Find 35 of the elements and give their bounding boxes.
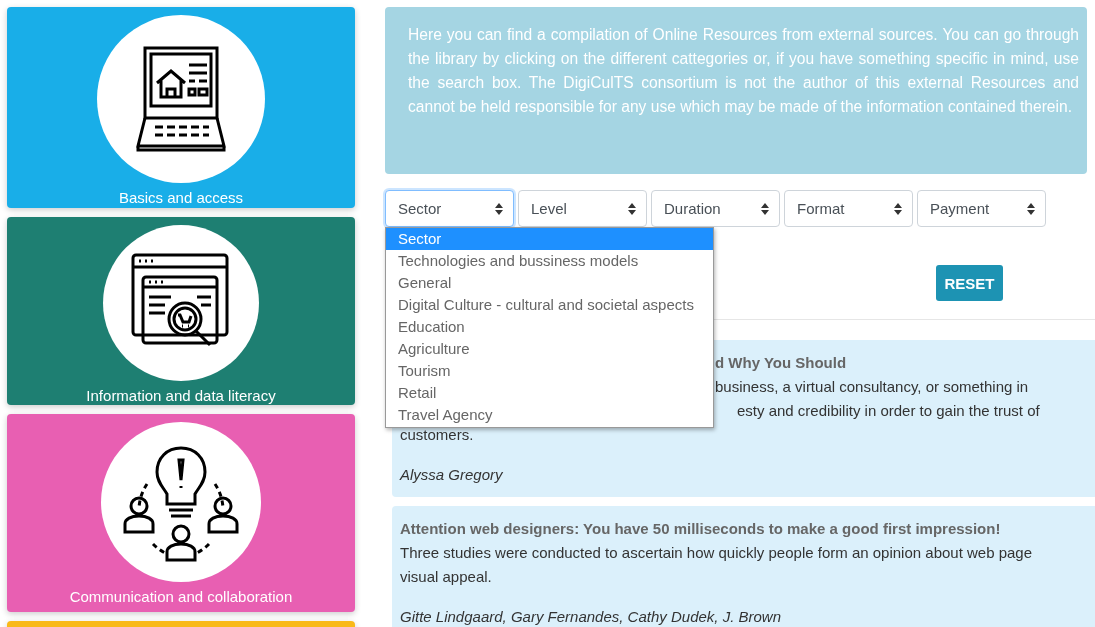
category-card[interactable]: Communication and collaboration (7, 414, 355, 612)
filter-select[interactable]: Duration (651, 190, 780, 227)
updown-caret-icon (628, 202, 636, 215)
category-label: Basics and access (118, 189, 244, 206)
resource-description: esty and credibility in order to gain the trust of (737, 401, 1040, 421)
resource-title[interactable]: Attention web designers: You have 50 milliseconds to make a good first impression! (400, 517, 1001, 541)
updown-caret-icon (761, 202, 769, 215)
filter-select[interactable]: Format (784, 190, 913, 227)
dropdown-option[interactable]: Education (386, 316, 713, 338)
dropdown-option[interactable]: Digital Culture - cultural and societal aspects (386, 294, 713, 316)
category-label: Communication and collaboration (69, 588, 293, 605)
updown-caret-icon (495, 202, 503, 215)
resource-description: visual appeal. (400, 567, 492, 587)
resource-title[interactable]: d Why You Should (715, 351, 847, 375)
reset-button[interactable]: RESET (936, 265, 1003, 301)
resource-description: customers. (400, 425, 474, 445)
updown-caret-icon (1027, 202, 1035, 215)
dropdown-option[interactable]: Sector (386, 228, 713, 250)
category-label: Information and data literacy (86, 387, 276, 404)
updown-caret-icon (894, 202, 902, 215)
resource-authors: Alyssa Gregory (400, 465, 503, 485)
dropdown-option[interactable]: Agriculture (386, 338, 713, 360)
dropdown-option[interactable]: Retail (386, 382, 713, 404)
filter-select[interactable]: Level (518, 190, 647, 227)
category-card[interactable]: Information and data literacy (7, 217, 355, 405)
intro-text: Here you can find a compilation of Online Resources from external sources. You can go through the library by clicking on the different cattegories or, if you have something specific in mind, use the search box. The DigiCulTS consortium is not the author of this external Resources and cannot be held responsible for any use which may be made of the information contained therein. (385, 7, 1087, 174)
filter-select[interactable]: Payment (917, 190, 1046, 227)
dropdown-option[interactable]: General (386, 272, 713, 294)
filter-select[interactable]: Sector (385, 190, 514, 227)
dropdown-option[interactable]: Technologies and bussiness models (386, 250, 713, 272)
resource-description: Three studies were conducted to ascertain how quickly people form an opinion about web page (400, 543, 1033, 563)
resource-authors: Gitte Lindgaard, Gary Fernandes, Cathy Dudek, J. Brown (400, 607, 782, 627)
resource-description: business, a virtual consultancy, or something in (715, 377, 1029, 397)
dropdown-option[interactable]: Tourism (386, 360, 713, 382)
dropdown-option[interactable]: Travel Agency (386, 404, 713, 426)
